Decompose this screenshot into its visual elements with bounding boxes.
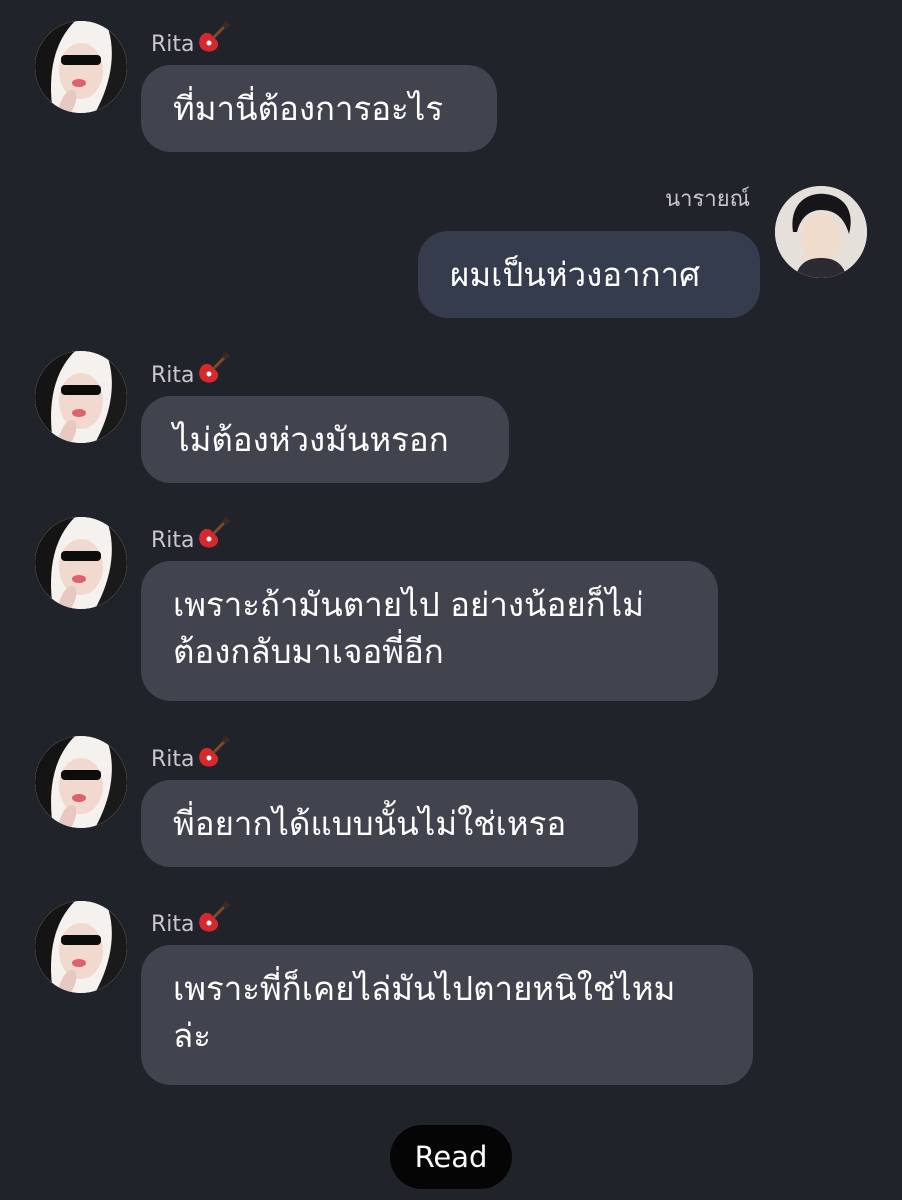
- sender-name-text: Rita: [151, 912, 195, 937]
- message-text: เพราะถ้ามันตายไป อย่างน้อยก็ไม่ ต้องกลับ…: [173, 585, 645, 671]
- sender-name-text: Rita: [151, 32, 195, 57]
- sender-name: Rita: [151, 901, 230, 939]
- avatar-rita-image: [35, 21, 127, 113]
- message-text: เพราะพี่ก็เคยไล่มันไปตายหนิใช่ไหม ล่ะ: [173, 969, 676, 1055]
- avatar-rita-image: [35, 517, 127, 609]
- sender-name: Rita: [151, 736, 230, 774]
- sender-name-text: Rita: [151, 363, 195, 388]
- avatar-rita[interactable]: [35, 517, 127, 609]
- guitar-icon: [198, 352, 230, 383]
- guitar-icon: [198, 21, 230, 52]
- message-bubble[interactable]: ไม่ต้องห่วงมันหรอก: [141, 396, 509, 483]
- sender-name-text: Rita: [151, 528, 195, 553]
- avatar-me-image: [775, 186, 867, 278]
- avatar-rita[interactable]: [35, 351, 127, 443]
- read-receipt: Read: [390, 1125, 512, 1189]
- avatar-rita[interactable]: [35, 736, 127, 828]
- message-bubble[interactable]: ผมเป็นห่วงอากาศ: [418, 231, 760, 318]
- guitar-icon: [198, 901, 230, 932]
- sender-name: Rita: [151, 21, 230, 59]
- message-text: พี่อยากได้แบบนั้นไม่ใช่เหรอ: [173, 804, 567, 843]
- avatar-rita-image: [35, 736, 127, 828]
- message-text: ผมเป็นห่วงอากาศ: [450, 255, 701, 294]
- message-text: ที่มานี่ต้องการอะไร: [173, 89, 444, 128]
- sender-name: Rita: [151, 517, 230, 555]
- avatar-me[interactable]: [775, 186, 867, 278]
- message-bubble[interactable]: พี่อยากได้แบบนั้นไม่ใช่เหรอ: [141, 780, 638, 867]
- avatar-rita-image: [35, 351, 127, 443]
- sender-name-text: Rita: [151, 747, 195, 772]
- avatar-rita[interactable]: [35, 901, 127, 993]
- avatar-rita[interactable]: [35, 21, 127, 113]
- message-bubble[interactable]: เพราะถ้ามันตายไป อย่างน้อยก็ไม่ ต้องกลับ…: [141, 561, 718, 701]
- message-bubble[interactable]: ที่มานี่ต้องการอะไร: [141, 65, 497, 152]
- avatar-rita-image: [35, 901, 127, 993]
- sender-name: นารายณ์: [665, 187, 750, 212]
- message-text: ไม่ต้องห่วงมันหรอก: [173, 420, 449, 459]
- guitar-icon: [198, 736, 230, 767]
- sender-name: Rita: [151, 352, 230, 390]
- guitar-icon: [198, 517, 230, 548]
- message-bubble[interactable]: เพราะพี่ก็เคยไล่มันไปตายหนิใช่ไหม ล่ะ: [141, 945, 753, 1085]
